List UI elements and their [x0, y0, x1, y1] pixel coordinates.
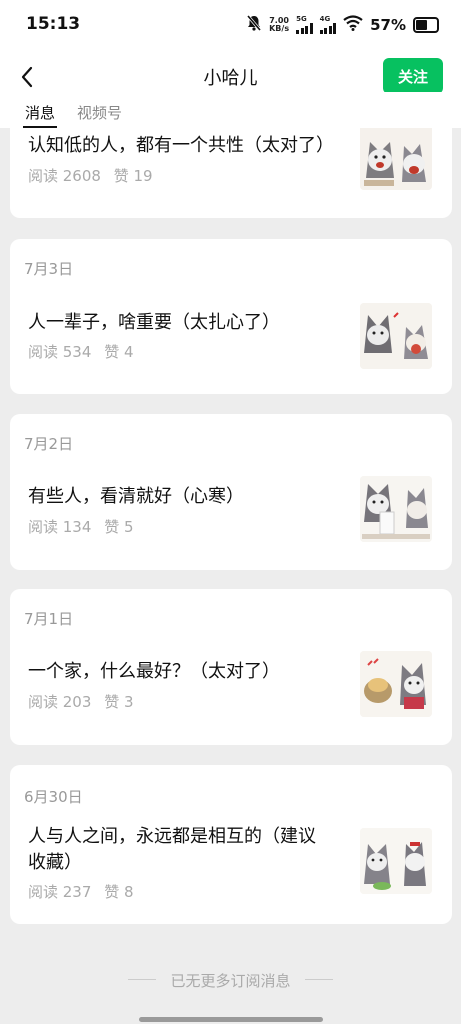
article-card[interactable]: 7月3日 人一辈子，啥重要（太扎心了） 阅读 534 赞 4	[10, 239, 452, 394]
article-title-line: 收藏）	[28, 852, 82, 873]
article-stats: 阅读 534 赞 4	[28, 341, 134, 362]
article-title: 人与人之间，永远都是相互的（建议 收藏）	[28, 824, 316, 876]
status-bar: 15:13 7.00 KB/s 5G 4G 57%	[0, 0, 461, 52]
article-date: 7月2日	[24, 435, 74, 453]
article-likes: 赞 19	[113, 167, 153, 185]
article-date: 7月3日	[24, 260, 74, 278]
article-reads: 阅读 203	[28, 693, 92, 711]
status-icons: 7.00 KB/s 5G 4G 57%	[246, 14, 439, 36]
article-title: 人一辈子，啥重要（太扎心了）	[28, 312, 280, 333]
article-stats: 阅读 203 赞 3	[28, 691, 134, 712]
battery-percent: 57%	[370, 16, 406, 34]
signal-icon	[296, 23, 313, 34]
article-likes: 赞 5	[104, 518, 134, 536]
article-card[interactable]: 7月1日 一个家，什么最好？（太对了） 阅读 203 赞 3	[10, 589, 452, 745]
article-reads: 阅读 237	[28, 883, 92, 901]
article-title: 认知低的人，都有一个共性（太对了）	[28, 135, 334, 156]
article-reads: 阅读 2608	[28, 167, 101, 185]
article-thumbnail	[360, 828, 432, 894]
divider	[305, 979, 333, 980]
wifi-icon	[343, 15, 363, 35]
article-title: 有些人，看清就好（心寒）	[28, 486, 244, 507]
article-likes: 赞 8	[104, 883, 134, 901]
article-card[interactable]: 6月30日 人与人之间，永远都是相互的（建议 收藏） 阅读 237 赞 8	[10, 765, 452, 924]
screen: 15:13 7.00 KB/s 5G 4G 57% 小哈儿 关注 消息 视频号 …	[0, 0, 461, 1024]
net-speed: 7.00 KB/s	[269, 17, 289, 33]
article-likes: 赞 4	[104, 343, 134, 361]
article-thumbnail	[360, 124, 432, 190]
signal-icon	[319, 23, 337, 34]
article-card[interactable]: 7月2日 有些人，看清就好（心寒） 阅读 134 赞 5	[10, 414, 452, 570]
article-thumbnail	[360, 651, 432, 717]
article-stats: 阅读 134 赞 5	[28, 516, 134, 537]
signal-5g-label: 5G	[296, 15, 307, 23]
status-time: 15:13	[26, 14, 81, 34]
signal-4g-label: 4G	[319, 15, 331, 23]
net-speed-unit: KB/s	[269, 24, 290, 33]
home-indicator[interactable]	[139, 1017, 323, 1022]
article-likes: 赞 3	[104, 693, 134, 711]
article-stats: 阅读 2608 赞 19	[28, 165, 153, 186]
signal-5g: 5G	[296, 16, 313, 34]
article-date: 6月30日	[24, 788, 83, 806]
article-thumbnail	[360, 476, 432, 542]
bell-muted-icon	[246, 14, 262, 36]
article-stats: 阅读 237 赞 8	[28, 881, 134, 902]
article-reads: 阅读 534	[28, 343, 92, 361]
article-date: 7月1日	[24, 610, 74, 628]
article-title: 一个家，什么最好？（太对了）	[28, 661, 280, 682]
article-title-line: 人与人之间，永远都是相互的（建议	[28, 826, 316, 847]
battery-icon	[413, 17, 439, 33]
tab-channels[interactable]: 视频号	[77, 102, 122, 128]
signal-4g: 4G	[319, 15, 337, 34]
article-thumbnail	[360, 303, 432, 369]
tab-bar: 消息 视频号	[0, 102, 461, 128]
follow-button[interactable]: 关注	[383, 58, 443, 94]
tab-messages[interactable]: 消息	[22, 102, 58, 128]
article-reads: 阅读 134	[28, 518, 92, 536]
end-notice: 已无更多订阅消息	[170, 972, 291, 990]
